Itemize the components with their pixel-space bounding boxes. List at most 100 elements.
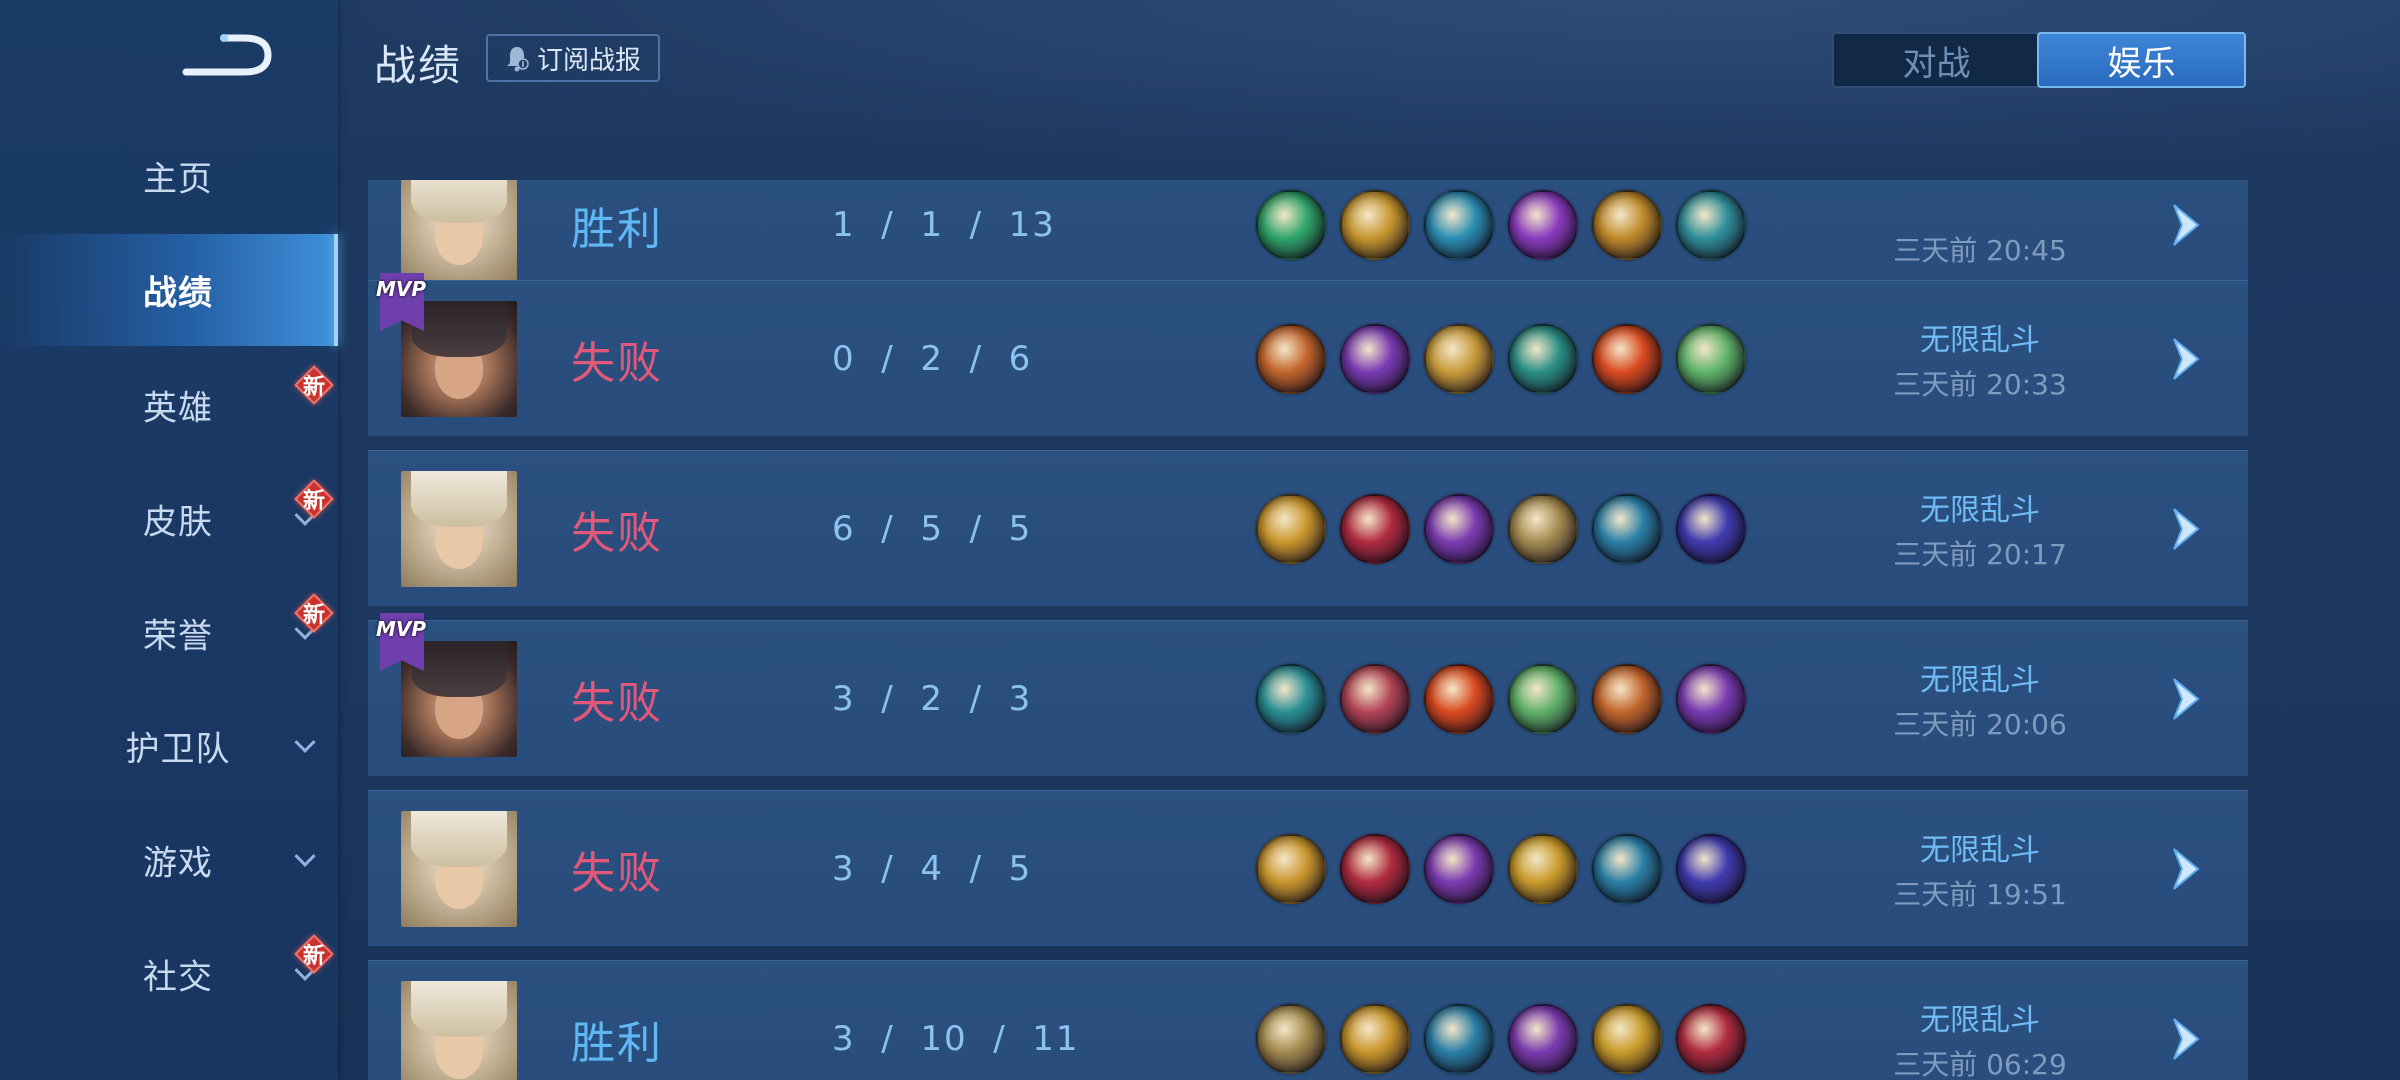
- sidebar-item-4[interactable]: 荣誉 新: [0, 577, 338, 689]
- equipment-icon: [1592, 663, 1662, 734]
- equipment-icon: [1676, 1003, 1746, 1074]
- equipment-icon: [1256, 323, 1326, 394]
- equipment-list: [1256, 323, 1746, 394]
- chevron-right-icon[interactable]: [2168, 201, 2204, 249]
- toggle-tab-1[interactable]: 娱乐: [2037, 32, 2246, 88]
- equipment-list: [1256, 833, 1746, 904]
- new-badge-label: 新: [302, 603, 325, 628]
- game-mode: 无限乱斗: [1920, 663, 2040, 698]
- chevron-right-icon[interactable]: [2168, 335, 2204, 383]
- hero-hair: [411, 641, 507, 697]
- equipment-icon: [1508, 493, 1578, 564]
- subscribe-label: 订阅战报: [536, 45, 641, 76]
- mvp-label: MVP: [376, 277, 427, 301]
- hero-hair: [411, 981, 507, 1037]
- chevron-right-icon[interactable]: [2168, 845, 2204, 893]
- equipment-icon: [1592, 1003, 1662, 1074]
- kda-score: 6 / 5 / 5: [832, 508, 1033, 549]
- hero-hair: [411, 180, 507, 223]
- equipment-icon: [1256, 663, 1326, 734]
- mvp-label: MVP: [376, 617, 427, 641]
- kda-score: 3 / 10 / 11: [832, 1018, 1080, 1059]
- kda-score: 3 / 4 / 5: [832, 848, 1033, 889]
- chevron-right-icon[interactable]: [2168, 505, 2204, 553]
- equipment-icon: [1424, 1003, 1494, 1074]
- hero-avatar: [401, 180, 517, 283]
- match-result: 失败: [571, 847, 663, 899]
- new-badge-label: 新: [302, 375, 325, 400]
- sidebar-item-2[interactable]: 英雄 新: [0, 349, 338, 461]
- equipment-icon: [1508, 189, 1578, 260]
- sidebar-item-label: 英雄: [143, 388, 213, 429]
- hero-avatar: [401, 471, 517, 587]
- app-root: 主页 战绩 英雄新皮肤新荣誉新护卫队 游戏 社交新 战绩 订阅战报 对战 娱乐 胜利 1 /…: [0, 0, 2400, 1080]
- sidebar-item-label: 社交: [143, 957, 213, 998]
- match-row[interactable]: 胜利 3 / 10 / 11 无限乱斗 三天前 06:29: [368, 960, 2248, 1080]
- match-time: 三天前 19:51: [1893, 878, 2067, 911]
- equipment-icon: [1676, 493, 1746, 564]
- match-row[interactable]: MVP 失败 3 / 2 / 3 无限乱斗 三天前 20:06: [368, 613, 2248, 776]
- equipment-icon: [1256, 189, 1326, 260]
- equipment-icon: [1676, 663, 1746, 734]
- equipment-icon: [1508, 663, 1578, 734]
- equipment-icon: [1424, 833, 1494, 904]
- equipment-icon: [1340, 663, 1410, 734]
- equipment-icon: [1256, 1003, 1326, 1074]
- hero-avatar: [401, 811, 517, 927]
- match-row[interactable]: 失败 6 / 5 / 5 无限乱斗 三天前 20:17: [368, 450, 2248, 606]
- match-row[interactable]: MVP 失败 0 / 2 / 6 无限乱斗 三天前 20:33: [368, 273, 2248, 436]
- equipment-icon: [1340, 493, 1410, 564]
- chevron-down-icon: [294, 731, 316, 753]
- sidebar-item-7[interactable]: 社交 新: [0, 918, 338, 1030]
- equipment-icon: [1256, 833, 1326, 904]
- equipment-icon: [1676, 833, 1746, 904]
- equipment-icon: [1340, 323, 1410, 394]
- hero-hair: [411, 471, 507, 527]
- equipment-icon: [1256, 493, 1326, 564]
- sidebar-item-label: 护卫队: [125, 729, 231, 770]
- equipment-list: [1256, 493, 1746, 564]
- match-result: 失败: [571, 337, 663, 389]
- back-arrow-icon[interactable]: [178, 28, 278, 82]
- sidebar-item-6[interactable]: 游戏: [0, 804, 338, 916]
- hero-avatar: [401, 981, 517, 1080]
- equipment-icon: [1424, 493, 1494, 564]
- mode-toggle: 对战 娱乐: [1832, 32, 2246, 88]
- chevron-right-icon[interactable]: [2168, 675, 2204, 723]
- equipment-icon: [1508, 1003, 1578, 1074]
- equipment-icon: [1592, 833, 1662, 904]
- equipment-icon: [1592, 323, 1662, 394]
- sidebar-item-3[interactable]: 皮肤 新: [0, 463, 338, 575]
- equipment-icon: [1424, 323, 1494, 394]
- new-badge: 新: [296, 936, 332, 972]
- game-mode: 无限乱斗: [1920, 1003, 2040, 1038]
- sidebar-item-5[interactable]: 护卫队: [0, 690, 338, 802]
- hero-hair: [411, 301, 507, 357]
- subscribe-report-button[interactable]: 订阅战报: [486, 34, 660, 82]
- match-time: 三天前 06:29: [1893, 1048, 2067, 1080]
- match-time: 三天前 20:06: [1893, 708, 2067, 741]
- hero-hair: [411, 811, 507, 867]
- new-badge: 新: [296, 595, 332, 631]
- chevron-right-icon[interactable]: [2168, 1015, 2204, 1063]
- chevron-down-icon: [294, 845, 316, 867]
- equipment-icon: [1592, 493, 1662, 564]
- game-mode: 无限乱斗: [1920, 493, 2040, 528]
- kda-score: 1 / 1 / 13: [832, 204, 1056, 245]
- sidebar-item-label: 主页: [143, 159, 213, 200]
- game-mode: 无限乱斗: [1920, 323, 2040, 358]
- bell-icon: [506, 47, 529, 72]
- match-row[interactable]: 失败 3 / 4 / 5 无限乱斗 三天前 19:51: [368, 790, 2248, 946]
- toggle-tab-0[interactable]: 对战: [1834, 34, 2039, 86]
- sidebar-item-1[interactable]: 战绩: [0, 234, 338, 346]
- equipment-icon: [1508, 323, 1578, 394]
- equipment-list: [1256, 1003, 1746, 1074]
- equipment-icon: [1340, 833, 1410, 904]
- match-list[interactable]: 胜利 1 / 1 / 13 三天前 20:45 MVP 失败 0 / 2 / 6 无限乱斗三…: [368, 180, 2248, 1080]
- sidebar-item-label: 游戏: [143, 843, 213, 884]
- sidebar-item-0[interactable]: 主页: [0, 120, 338, 232]
- new-badge: 新: [296, 481, 332, 517]
- sidebar: 主页 战绩 英雄新皮肤新荣誉新护卫队 游戏 社交新: [0, 0, 338, 1080]
- match-result: 失败: [571, 507, 663, 559]
- equipment-list: [1256, 663, 1746, 734]
